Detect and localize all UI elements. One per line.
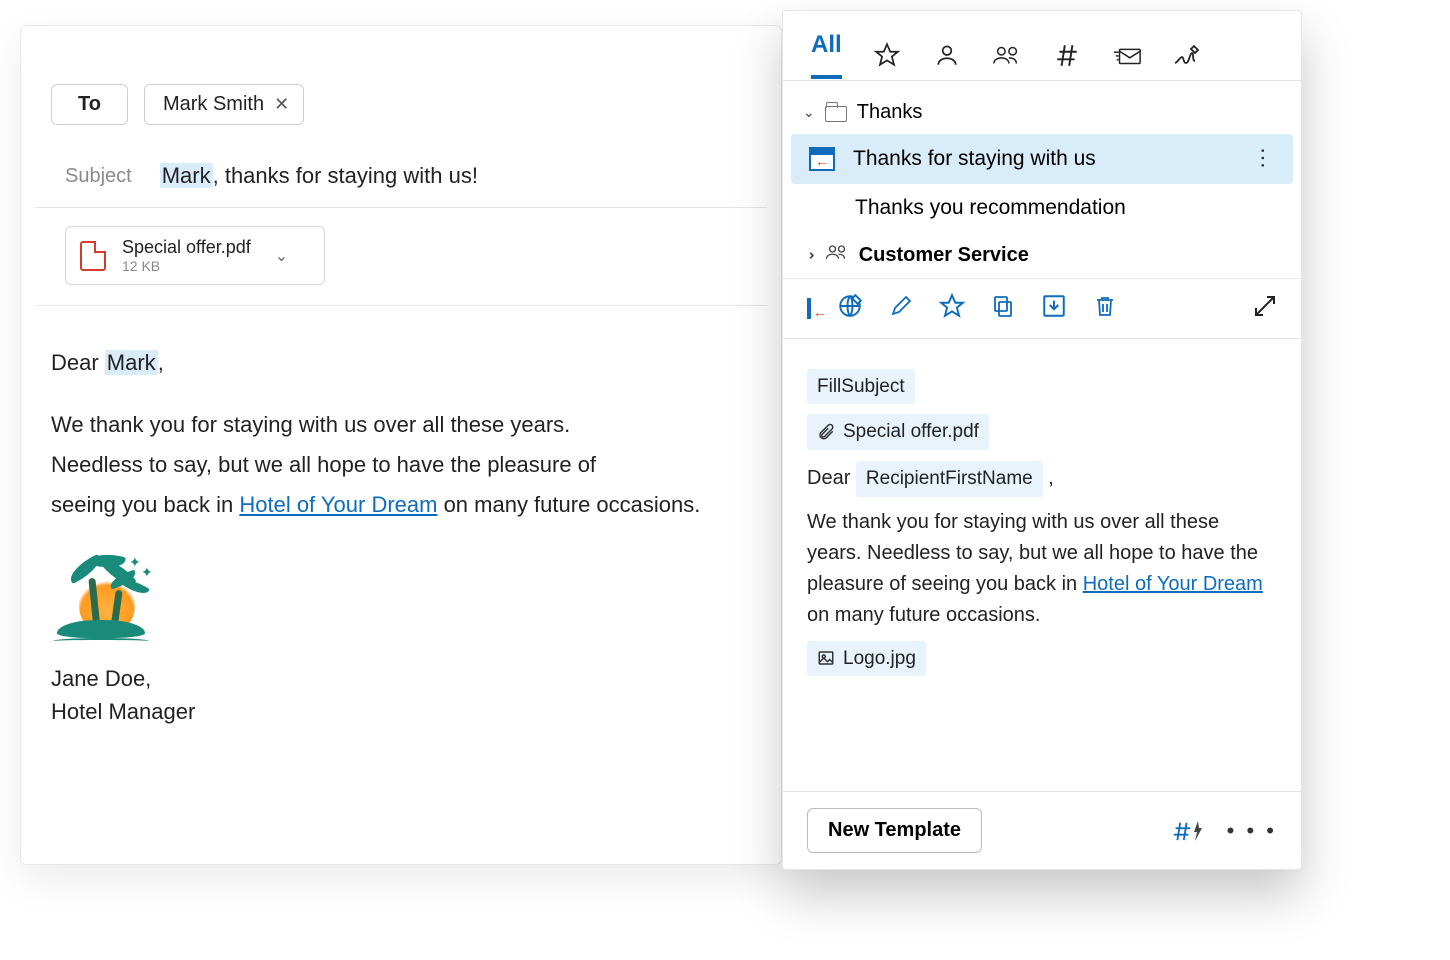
- footer-macro-icon[interactable]: [1171, 820, 1205, 842]
- greeting-suffix: ,: [158, 350, 164, 375]
- preview-attachment-label: Special offer.pdf: [843, 417, 979, 446]
- attachment-name: Special offer.pdf: [122, 237, 251, 258]
- tab-hash-icon[interactable]: [1052, 40, 1082, 70]
- preview-attachment: Special offer.pdf: [807, 414, 989, 449]
- preview-greeting: Dear RecipientFirstName ,: [807, 461, 1277, 496]
- pdf-icon: [80, 241, 106, 271]
- templates-tree: ⌄ Thanks Thanks for staying with us ⋯ Th…: [783, 81, 1301, 279]
- attachment-card[interactable]: Special offer.pdf 12 KB ⌄: [65, 226, 325, 285]
- tab-favorites-icon[interactable]: [872, 40, 902, 70]
- chevron-down-icon: ⌄: [803, 104, 815, 121]
- tab-signature-icon[interactable]: [1172, 40, 1202, 70]
- team-folder-icon: [825, 242, 849, 268]
- preview-body: We thank you for staying with us over al…: [807, 507, 1277, 631]
- template-item-other[interactable]: Thanks you recommendation: [783, 184, 1301, 232]
- chevron-right-icon: ⌄: [800, 249, 817, 261]
- macro-recipient-first-name: RecipientFirstName: [856, 461, 1043, 496]
- preview-greeting-suffix: ,: [1043, 467, 1054, 489]
- signature: Jane Doe, Hotel Manager: [51, 662, 751, 728]
- tool-edit-icon[interactable]: [889, 294, 913, 323]
- preview-logo-file: Logo.jpg: [807, 641, 926, 676]
- attachment-size: 12 KB: [122, 258, 251, 274]
- folder-icon: [825, 106, 847, 122]
- template-preview: FillSubject Special offer.pdf Dear Recip…: [783, 339, 1301, 697]
- body-line3-post: on many future occasions.: [437, 492, 700, 517]
- preview-logo-label: Logo.jpg: [843, 644, 916, 673]
- insert-template-icon: [809, 147, 835, 171]
- preview-body-post: on many future occasions.: [807, 604, 1040, 626]
- signature-name: Jane Doe,: [51, 662, 751, 695]
- greeting-name: Mark: [105, 350, 158, 375]
- image-icon: [817, 649, 835, 667]
- signature-title: Hotel Manager: [51, 695, 751, 728]
- template-item-other-label: Thanks you recommendation: [855, 196, 1126, 220]
- templates-panel: All ⌄ Thanks Thanks for staying with us …: [782, 10, 1302, 870]
- tab-person-icon[interactable]: [932, 40, 962, 70]
- attachment-menu-icon[interactable]: ⌄: [275, 246, 288, 266]
- tool-import-icon[interactable]: [1041, 293, 1067, 324]
- folder-customer-label: Customer Service: [859, 244, 1029, 267]
- recipient-chip[interactable]: Mark Smith ✕: [144, 84, 304, 125]
- new-template-button[interactable]: New Template: [807, 808, 982, 853]
- preview-hotel-link[interactable]: Hotel of Your Dream: [1083, 573, 1263, 595]
- tab-mail-icon[interactable]: [1112, 40, 1142, 70]
- email-body[interactable]: Dear Mark, We thank you for staying with…: [21, 306, 781, 728]
- tool-copy-icon[interactable]: [991, 294, 1015, 323]
- folder-thanks-label: Thanks: [857, 101, 923, 124]
- template-item-selected-label: Thanks for staying with us: [853, 147, 1096, 171]
- greeting-line: Dear Mark,: [51, 346, 751, 380]
- templates-footer: New Template • • •: [783, 791, 1301, 869]
- subject-name-highlight: Mark: [160, 163, 213, 188]
- tool-insert-icon[interactable]: [807, 300, 811, 318]
- tool-expand-icon[interactable]: [1253, 294, 1277, 323]
- logo-image: ✦✦: [51, 552, 151, 644]
- tool-favorite-icon[interactable]: [939, 293, 965, 324]
- body-line-3: seeing you back in Hotel of Your Dream o…: [51, 488, 751, 522]
- hotel-link[interactable]: Hotel of Your Dream: [239, 492, 437, 517]
- tab-all[interactable]: All: [811, 31, 842, 79]
- tool-delete-icon[interactable]: [1093, 294, 1117, 323]
- tool-edit-html-icon[interactable]: [837, 293, 863, 324]
- body-line-2: Needless to say, but we all hope to have…: [51, 448, 751, 482]
- templates-tabbar: All: [783, 11, 1301, 81]
- footer-more-icon[interactable]: • • •: [1227, 818, 1277, 844]
- subject-label: Subject: [65, 165, 132, 188]
- paperclip-icon: [817, 423, 835, 441]
- template-item-menu-icon[interactable]: ⋯: [1250, 147, 1276, 171]
- to-row: To Mark Smith ✕: [21, 26, 781, 145]
- folder-customer-service[interactable]: ⌄ Customer Service: [783, 232, 1301, 278]
- subject-input[interactable]: Mark, thanks for staying with us!: [160, 163, 478, 189]
- subject-rest: , thanks for staying with us!: [213, 163, 478, 188]
- to-button[interactable]: To: [51, 84, 128, 125]
- greeting-prefix: Dear: [51, 350, 105, 375]
- folder-thanks[interactable]: ⌄ Thanks: [783, 91, 1301, 134]
- attachment-row: Special offer.pdf 12 KB ⌄: [35, 208, 767, 306]
- remove-recipient-icon[interactable]: ✕: [274, 94, 289, 115]
- body-line-1: We thank you for staying with us over al…: [51, 408, 751, 442]
- template-toolbar: [783, 279, 1301, 339]
- body-line3-pre: seeing you back in: [51, 492, 239, 517]
- preview-greeting-prefix: Dear: [807, 467, 856, 489]
- template-item-selected[interactable]: Thanks for staying with us ⋯: [791, 134, 1293, 184]
- macro-fillsubject: FillSubject: [807, 369, 915, 404]
- recipient-chip-label: Mark Smith: [163, 93, 264, 116]
- compose-panel: To Mark Smith ✕ Subject Mark, thanks for…: [20, 25, 782, 865]
- tab-team-icon[interactable]: [992, 40, 1022, 70]
- subject-row: Subject Mark, thanks for staying with us…: [35, 145, 767, 208]
